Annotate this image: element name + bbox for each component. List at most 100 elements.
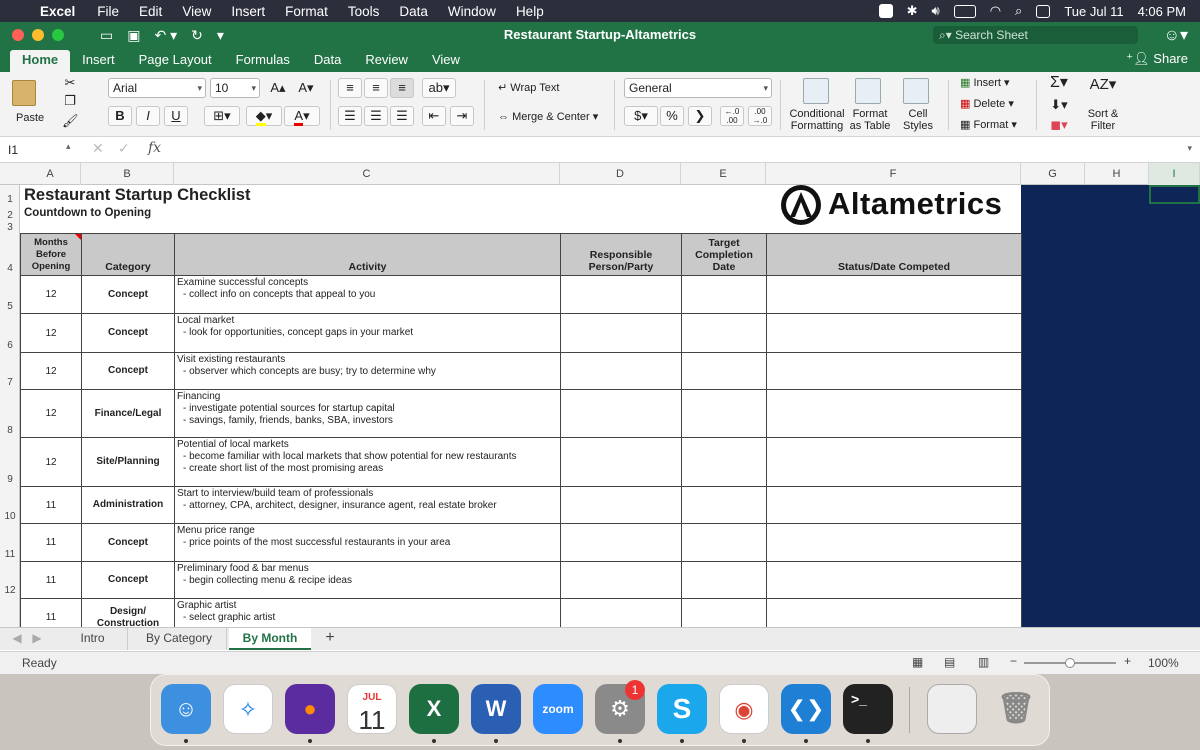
wifi-icon[interactable]: ◠: [990, 3, 1001, 19]
sort-filter-icon[interactable]: AZ▾: [1086, 77, 1120, 92]
cell-months-before[interactable]: 11: [20, 598, 82, 627]
cell-months-before[interactable]: 12: [20, 389, 82, 438]
increase-decimal-icon[interactable]: ←.0.00: [720, 106, 744, 126]
cell-responsible[interactable]: [560, 275, 682, 314]
cell-target-date[interactable]: [681, 389, 767, 438]
cell-status[interactable]: [766, 437, 1022, 487]
menu-help[interactable]: Help: [516, 4, 544, 19]
menu-data[interactable]: Data: [399, 4, 428, 19]
row-header-1[interactable]: 1: [0, 194, 20, 205]
trash-icon[interactable]: 🗑︎: [991, 684, 1041, 734]
header-responsible[interactable]: Responsible Person/Party: [560, 233, 682, 276]
prev-sheet-icon[interactable]: ◀: [10, 628, 24, 650]
cell-activity[interactable]: Preliminary food & bar menus - begin coll…: [174, 561, 561, 599]
customize-toolbar-icon[interactable]: ▾: [217, 27, 224, 44]
cell-responsible[interactable]: [560, 352, 682, 390]
tab-home[interactable]: Home: [10, 50, 71, 72]
menu-tools[interactable]: Tools: [348, 4, 380, 19]
header-status[interactable]: Status/Date Competed: [766, 233, 1022, 276]
cell-months-before[interactable]: 11: [20, 561, 82, 599]
word-icon[interactable]: W: [471, 684, 521, 734]
cell-status[interactable]: [766, 486, 1022, 524]
bold-button[interactable]: B: [108, 106, 132, 126]
cell-category[interactable]: Concept: [81, 313, 175, 353]
comment-indicator-icon[interactable]: [75, 234, 81, 240]
header-months-before-opening[interactable]: Months Before Opening: [20, 233, 82, 276]
comma-style-button[interactable]: ❯: [688, 106, 712, 126]
tab-page-layout[interactable]: Page Layout: [127, 50, 224, 72]
clear-icon[interactable]: ◼▾: [1046, 118, 1072, 132]
minimize-window-button[interactable]: [32, 29, 44, 41]
cancel-formula-icon[interactable]: ✕: [92, 140, 104, 157]
cell-status[interactable]: [766, 313, 1022, 353]
row-header-7[interactable]: 7: [0, 377, 20, 388]
align-middle-icon[interactable]: ≡: [364, 78, 388, 98]
zoom-slider[interactable]: [1024, 658, 1116, 668]
cell-activity[interactable]: Start to interview/build team of profess…: [174, 486, 561, 524]
battery-icon[interactable]: [953, 4, 976, 18]
col-header-c[interactable]: C: [174, 163, 560, 185]
col-header-i[interactable]: I: [1149, 163, 1200, 185]
sheet-tab-by-category[interactable]: By Category: [132, 628, 227, 650]
currency-format-button[interactable]: $▾: [624, 106, 658, 126]
increase-indent-icon[interactable]: ⇥: [450, 106, 474, 126]
sort-filter-button[interactable]: Sort & Filter: [1080, 108, 1126, 132]
cell-months-before[interactable]: 12: [20, 313, 82, 353]
cell-status[interactable]: [766, 275, 1022, 314]
tab-formulas[interactable]: Formulas: [224, 50, 302, 72]
cell-responsible[interactable]: [560, 389, 682, 438]
col-header-d[interactable]: D: [560, 163, 681, 185]
menu-insert[interactable]: Insert: [231, 4, 265, 19]
header-target-completion[interactable]: Target Completion Date: [681, 233, 767, 276]
cell-status[interactable]: [766, 352, 1022, 390]
tab-review[interactable]: Review: [353, 50, 420, 72]
bluetooth-icon[interactable]: ✱: [907, 3, 918, 19]
cell-responsible[interactable]: [560, 561, 682, 599]
insert-function-icon[interactable]: fx: [148, 140, 161, 156]
align-top-icon[interactable]: ≡: [338, 78, 362, 98]
sheet-tab-intro[interactable]: Intro: [58, 628, 128, 650]
search-sheet-input[interactable]: ⌕▾ Search Sheet: [933, 26, 1138, 44]
orientation-icon[interactable]: ab▾: [422, 78, 456, 98]
row-header-8[interactable]: 8: [0, 425, 20, 436]
cell-responsible[interactable]: [560, 313, 682, 353]
cell-activity[interactable]: Financing - investigate potential sources…: [174, 389, 561, 438]
cell-target-date[interactable]: [681, 598, 767, 627]
increase-font-size-icon[interactable]: A▴: [267, 81, 289, 95]
cell-target-date[interactable]: [681, 486, 767, 524]
cell-activity[interactable]: Menu price range - price points of the mo…: [174, 523, 561, 562]
row-header-4[interactable]: 4: [0, 263, 20, 274]
skype-icon[interactable]: S: [657, 684, 707, 734]
italic-button[interactable]: I: [136, 106, 160, 126]
cell-responsible[interactable]: [560, 523, 682, 562]
align-center-icon[interactable]: ☰: [364, 106, 388, 126]
cell-activity[interactable]: Graphic artist - select graphic artist: [174, 598, 561, 627]
cell-responsible[interactable]: [560, 598, 682, 627]
wrap-text-button[interactable]: ↵ Wrap Text: [498, 81, 559, 94]
menu-edit[interactable]: Edit: [139, 4, 162, 19]
calendar-icon[interactable]: JUL 11: [347, 684, 397, 734]
zoom-in-icon[interactable]: +: [1124, 654, 1131, 668]
cell-target-date[interactable]: [681, 437, 767, 487]
conditional-formatting-button[interactable]: Conditional Formatting: [788, 108, 846, 132]
align-bottom-icon[interactable]: ≡: [390, 78, 414, 98]
row-header-11[interactable]: 11: [0, 549, 20, 560]
zoom-out-icon[interactable]: −: [1010, 654, 1017, 668]
finder-icon[interactable]: ☺: [161, 684, 211, 734]
add-sheet-button[interactable]: +: [318, 628, 342, 650]
control-center-icon[interactable]: [1036, 4, 1051, 18]
normal-view-icon[interactable]: ▦: [912, 655, 923, 669]
font-name-select[interactable]: Arial ▾: [108, 78, 206, 98]
tab-data[interactable]: Data: [302, 50, 353, 72]
cell-category[interactable]: Concept: [81, 523, 175, 562]
cell-category[interactable]: Concept: [81, 275, 175, 314]
cell-target-date[interactable]: [681, 352, 767, 390]
menubar-app-name[interactable]: Excel: [40, 4, 75, 19]
page-break-view-icon[interactable]: ▥: [978, 655, 989, 669]
menu-file[interactable]: File: [97, 4, 119, 19]
row-header-6[interactable]: 6: [0, 340, 20, 351]
format-as-table-icon[interactable]: [855, 78, 881, 104]
excel-icon[interactable]: X: [409, 684, 459, 734]
format-as-table-button[interactable]: Format as Table: [848, 108, 892, 132]
delete-cells-button[interactable]: ▦ Delete ▾: [960, 97, 1014, 110]
